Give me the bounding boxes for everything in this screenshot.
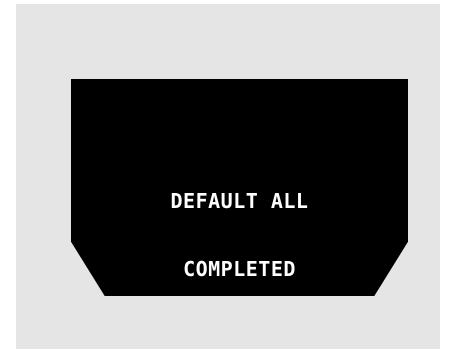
lcd-screen: DEFAULT ALL COMPLETED [71, 79, 408, 296]
status-line-1: DEFAULT ALL [170, 189, 309, 213]
status-line-2: COMPLETED [183, 257, 296, 281]
